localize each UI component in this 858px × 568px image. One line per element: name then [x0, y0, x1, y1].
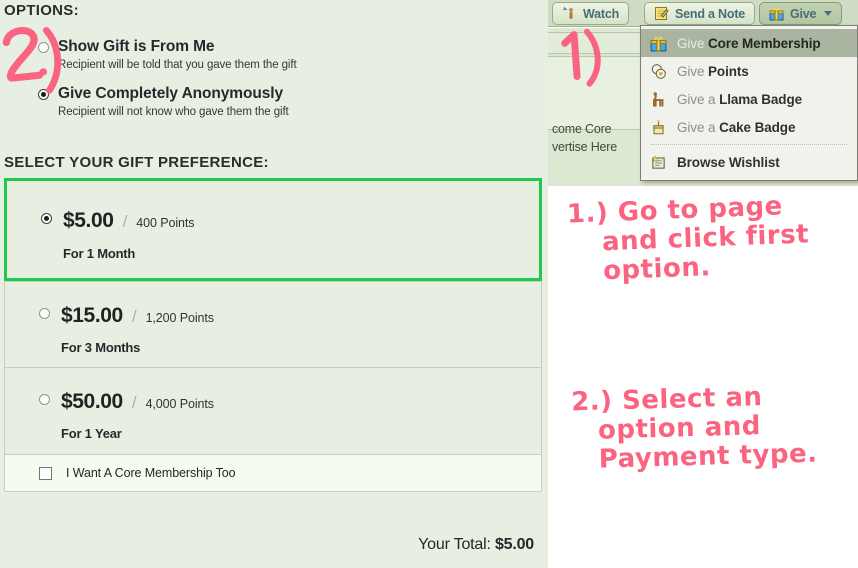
- menu-item-emphasis: Core Membership: [708, 35, 821, 51]
- menu-item-prefix: Give a: [677, 119, 720, 135]
- send-note-button[interactable]: Send a Note: [644, 2, 756, 25]
- menu-item-prefix: Give: [677, 63, 709, 79]
- preference-card-5-dollars[interactable]: $5.00 / 400 Points For 1 Month: [4, 178, 542, 281]
- menu-item-label: Give Core Membership: [677, 36, 821, 51]
- menu-item-prefix: Give: [677, 35, 709, 51]
- send-note-button-label: Send a Note: [675, 6, 746, 21]
- note-1-line-2: and click first: [601, 219, 810, 258]
- radio-wrap[interactable]: [41, 213, 52, 224]
- preference-price: $5.00: [63, 209, 114, 232]
- checkbox-core-membership-too[interactable]: [39, 466, 52, 480]
- menu-item-give-core-membership[interactable]: Give Core Membership: [641, 29, 857, 57]
- options-heading: OPTIONS:: [4, 2, 79, 19]
- gift-preference-list: $5.00 / 400 Points For 1 Month $15.00 / …: [4, 178, 542, 492]
- note-2-line-3: Payment type.: [598, 438, 818, 475]
- gift-preference-heading: SELECT YOUR GIFT PREFERENCE:: [4, 154, 269, 171]
- promo-line-2: vertise Here: [552, 140, 617, 155]
- menu-item-label: Browse Wishlist: [677, 155, 780, 170]
- radio-preference-50[interactable]: [39, 394, 50, 405]
- radio-wrap[interactable]: [39, 394, 50, 405]
- option-subtitle: Recipient will not know who gave them th…: [58, 106, 289, 118]
- application-chrome: come Core vertise Here Watch Send a Note…: [548, 0, 858, 186]
- annotation-note-2: 2.) Select an option and Payment type.: [571, 382, 818, 476]
- note-pencil-icon: [654, 6, 669, 21]
- menu-item-give-llama-badge[interactable]: Give a Llama Badge: [641, 85, 857, 113]
- radio-wrap[interactable]: [39, 308, 50, 319]
- note-2-line-1: 2.) Select an: [570, 382, 763, 418]
- option-row-give-anonymously[interactable]: Give Completely Anonymously Recipient wi…: [38, 85, 289, 118]
- menu-item-prefix: Give a: [677, 91, 720, 107]
- preference-price: $15.00: [61, 304, 123, 327]
- chevron-down-icon: [824, 11, 833, 16]
- preference-duration: For 1 Year: [61, 426, 122, 441]
- llama-icon: [650, 91, 667, 108]
- preference-points: 4,000 Points: [145, 397, 214, 411]
- menu-item-emphasis: Browse Wishlist: [677, 154, 780, 170]
- action-toolbar: Watch Send a Note Give: [548, 0, 858, 27]
- preference-duration: For 1 Month: [63, 246, 136, 261]
- radio-preference-5[interactable]: [41, 213, 52, 224]
- note-1-line-1: 1.) Go to page: [566, 191, 784, 230]
- price-separator: /: [122, 212, 128, 231]
- preference-points: 400 Points: [136, 216, 195, 230]
- menu-separator: [651, 144, 847, 145]
- total-amount: $5.00: [494, 536, 534, 553]
- screenshot-root: OPTIONS: Show Gift is From Me Recipient …: [0, 0, 858, 568]
- preference-points: 1,200 Points: [145, 311, 214, 325]
- checkbox-label: I Want A Core Membership Too: [66, 466, 236, 480]
- radio-give-anonymously[interactable]: [38, 88, 49, 100]
- wishlist-icon: [650, 154, 667, 171]
- give-button[interactable]: Give: [759, 2, 843, 25]
- note-1-line-3: option.: [602, 252, 712, 287]
- menu-item-emphasis: Cake Badge: [719, 119, 796, 135]
- preference-duration: For 3 Months: [61, 340, 141, 355]
- radio-show-gift-from-me[interactable]: [38, 41, 49, 53]
- gift-box-icon: [650, 35, 667, 52]
- price-separator: /: [131, 393, 137, 412]
- menu-item-emphasis: Points: [708, 63, 749, 79]
- total-label: Your Total:: [418, 536, 495, 553]
- points-coins-icon: [650, 63, 667, 80]
- menu-item-give-points[interactable]: Give Points: [641, 57, 857, 85]
- watch-person-icon: [562, 6, 577, 21]
- menu-item-label: Give Points: [677, 64, 749, 79]
- preference-price: $50.00: [61, 390, 123, 413]
- menu-item-emphasis: Llama Badge: [719, 91, 803, 107]
- core-membership-too-row[interactable]: I Want A Core Membership Too: [4, 455, 542, 492]
- gift-options-panel: OPTIONS: Show Gift is From Me Recipient …: [0, 0, 548, 568]
- promo-line-1: come Core: [552, 122, 612, 136]
- option-row-show-gift-from-me[interactable]: Show Gift is From Me Recipient will be t…: [38, 38, 297, 71]
- preference-card-15-dollars[interactable]: $15.00 / 1,200 Points For 3 Months: [4, 281, 542, 368]
- page-promo-text: come Core vertise Here: [552, 120, 617, 156]
- option-subtitle: Recipient will be told that you gave the…: [58, 59, 297, 71]
- give-button-label: Give: [790, 6, 817, 21]
- preference-card-50-dollars[interactable]: $50.00 / 4,000 Points For 1 Year: [4, 368, 542, 455]
- note-2-line-2: option and: [597, 411, 762, 446]
- menu-item-browse-wishlist[interactable]: Browse Wishlist: [641, 148, 857, 176]
- menu-item-label: Give a Cake Badge: [677, 120, 795, 135]
- option-title: Show Gift is From Me: [58, 38, 215, 55]
- watch-button-label: Watch: [583, 6, 620, 21]
- gift-box-icon: [769, 6, 784, 21]
- option-title: Give Completely Anonymously: [58, 85, 283, 102]
- menu-item-give-cake-badge[interactable]: Give a Cake Badge: [641, 113, 857, 141]
- cake-icon: [650, 119, 667, 136]
- price-separator: /: [131, 307, 137, 326]
- annotation-note-1: 1.) Go to page and click first option.: [566, 191, 810, 288]
- radio-preference-15[interactable]: [39, 308, 50, 319]
- order-total: Your Total: $5.00: [418, 536, 534, 554]
- watch-button[interactable]: Watch: [552, 2, 630, 25]
- give-dropdown-menu: Give Core Membership Give Points Give a …: [640, 25, 858, 181]
- menu-item-label: Give a Llama Badge: [677, 92, 802, 107]
